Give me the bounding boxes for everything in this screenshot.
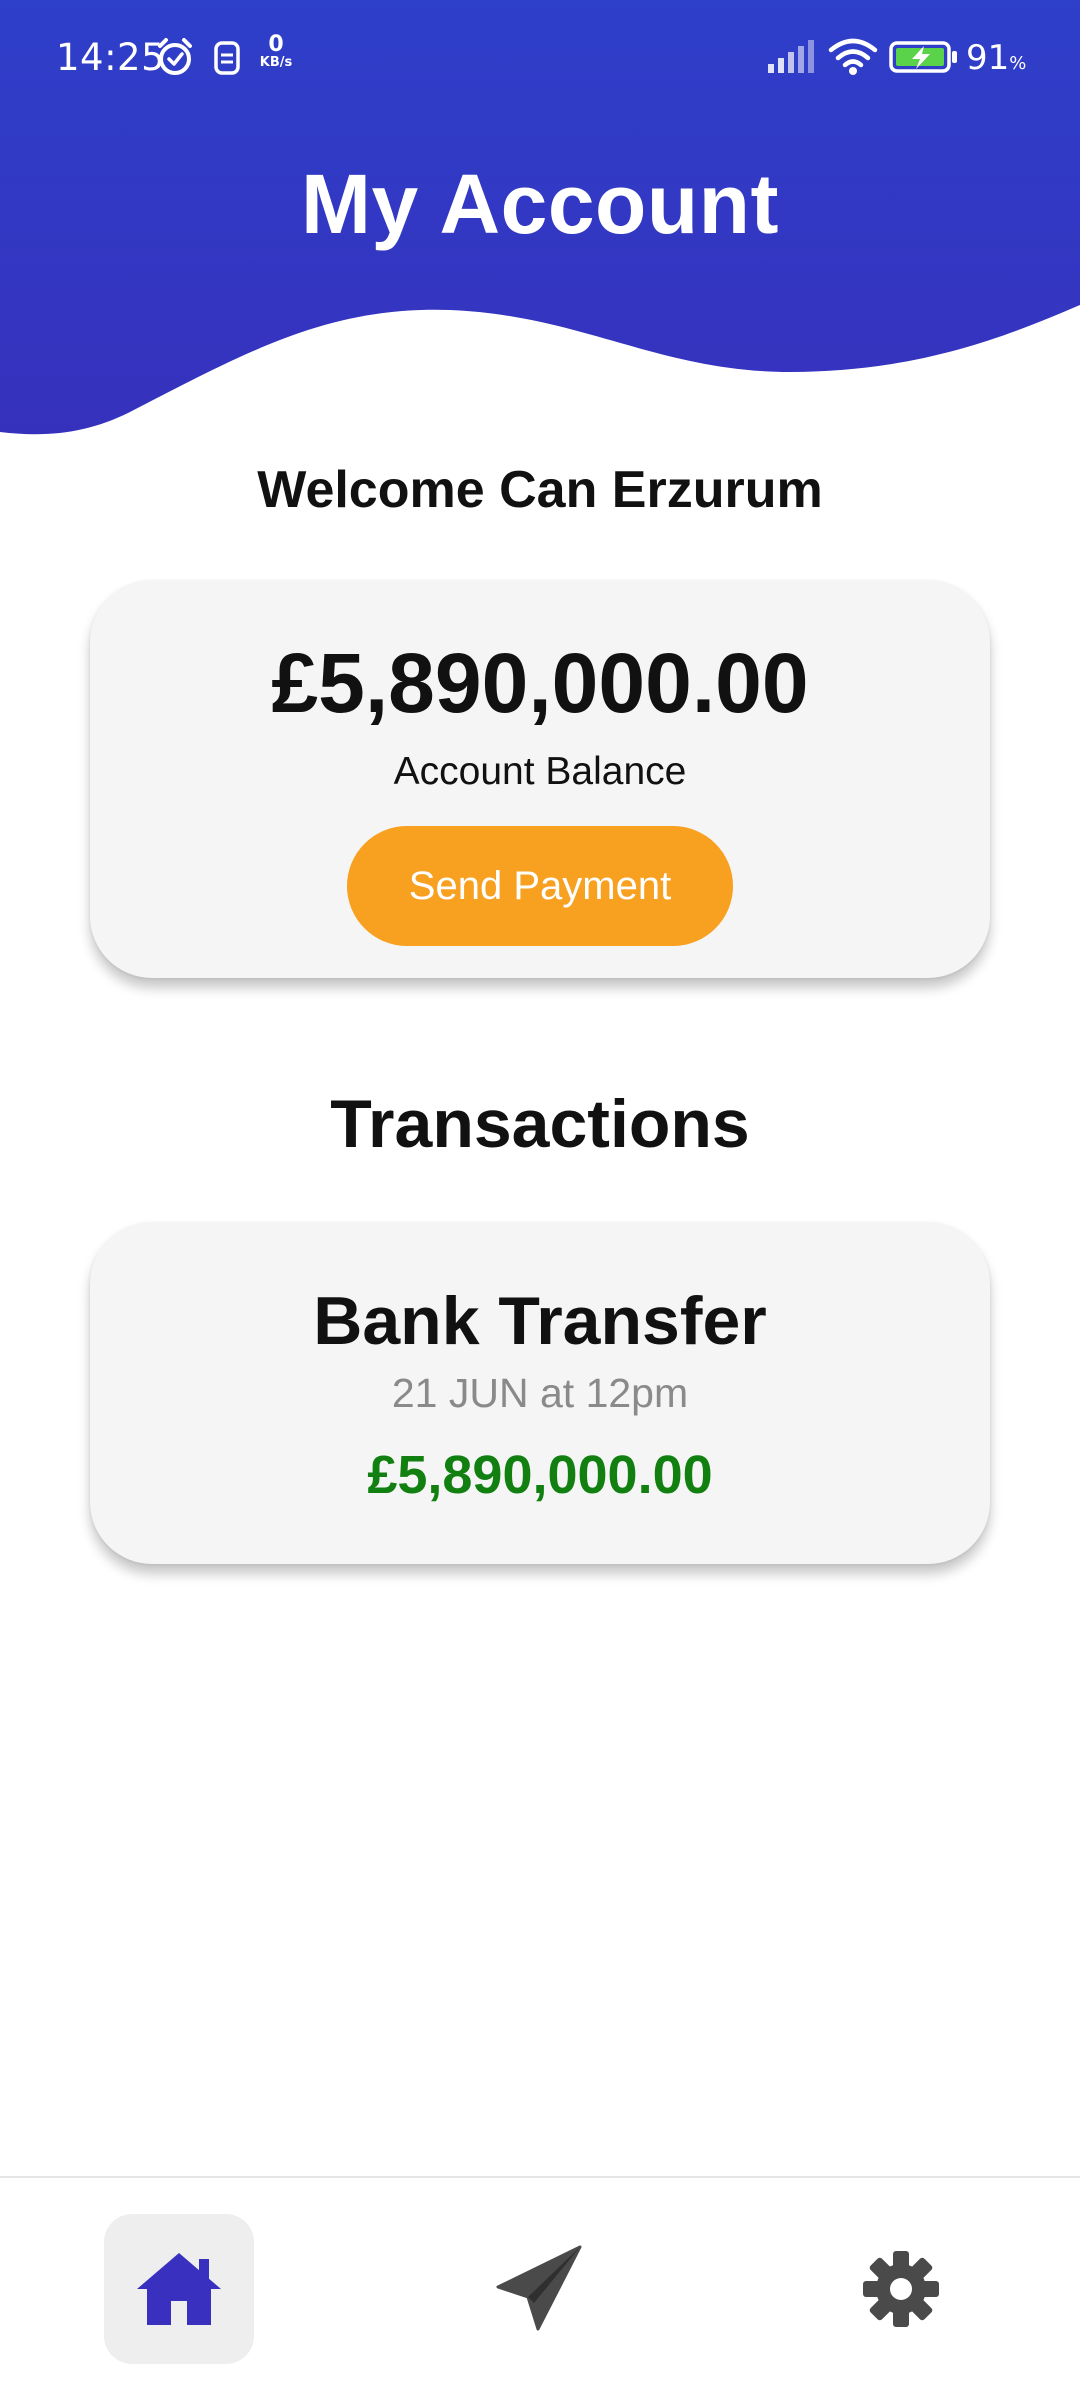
battery-percent-sign: %: [1009, 53, 1027, 74]
nav-settings[interactable]: [826, 2214, 976, 2364]
settings-icon: [863, 2251, 939, 2327]
balance-card: £5,890,000.00 Account Balance Send Payme…: [90, 580, 990, 978]
transactions-heading: Transactions: [330, 1086, 750, 1162]
battery-level: 91%: [966, 38, 1026, 78]
welcome-message: Welcome Can Erzurum: [257, 461, 823, 519]
balance-label: Account Balance: [393, 750, 687, 793]
battery-charging-icon: [888, 40, 960, 79]
status-time: 14:25: [56, 36, 166, 79]
send-icon: [496, 2245, 582, 2331]
transaction-card[interactable]: Bank Transfer 21 JUN at 12pm £5,890,000.…: [90, 1222, 990, 1564]
network-speed-unit: KB/s: [259, 55, 293, 70]
sim-icon: [212, 40, 242, 81]
page-title: My Account: [301, 157, 779, 251]
account-screen: 14:25 0 KB/s 91% My Account Welcome Can …: [0, 0, 1080, 2400]
transaction-amount: £5,890,000.00: [367, 1445, 713, 1505]
transaction-title: Bank Transfer: [313, 1283, 767, 1359]
send-payment-button[interactable]: Send Payment: [347, 826, 733, 946]
balance-amount: £5,890,000.00: [271, 636, 809, 730]
nav-send[interactable]: [465, 2214, 615, 2364]
network-speed: 0 KB/s: [256, 34, 296, 70]
signal-icon: [766, 40, 818, 79]
status-bar: 14:25 0 KB/s 91%: [0, 0, 1080, 115]
home-icon: [137, 2253, 221, 2325]
network-speed-value: 0: [268, 32, 284, 57]
battery-percent-value: 91: [966, 38, 1010, 78]
bottom-navigation: [0, 2176, 1080, 2400]
alarm-icon: [154, 36, 196, 83]
wifi-icon: [828, 38, 878, 81]
transaction-date: 21 JUN at 12pm: [391, 1370, 689, 1416]
nav-home[interactable]: [104, 2214, 254, 2364]
